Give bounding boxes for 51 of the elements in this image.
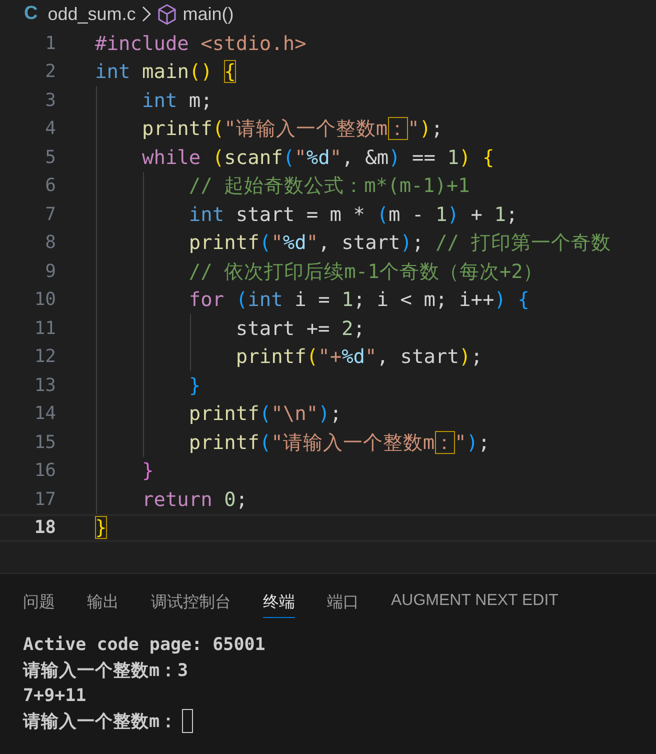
code-line: printf("%d", start); // 打印第一个奇数 (188, 230, 611, 256)
code-line: } (140, 459, 154, 482)
line-number: 16 (33, 460, 56, 482)
line-number: 17 (33, 488, 56, 510)
code-line: #include <stdio.h> (95, 32, 306, 55)
panel-tab[interactable]: 输出 (87, 592, 119, 618)
line-number: 3 (44, 90, 56, 111)
terminal-line: 请输入一个整数m：3 (23, 660, 188, 682)
line-number: 18 (33, 517, 56, 538)
code-line: // 依次打印后续m-1个奇数（每次+2） (188, 258, 543, 285)
c-file-icon: C (24, 3, 38, 25)
line-number: 1 (44, 32, 56, 54)
line-number: 8 (44, 232, 56, 254)
code-line: return 0; (140, 488, 248, 511)
breadcrumb-symbol[interactable]: main() (182, 4, 234, 24)
terminal-line: 请输入一个整数m： (23, 711, 178, 734)
code-line: } (95, 516, 107, 540)
panel-tab[interactable]: 端口 (327, 592, 359, 618)
line-number: 13 (33, 374, 56, 396)
line-number: 10 (33, 289, 56, 310)
line-number: 5 (44, 146, 56, 168)
code-line: // 起始奇数公式：m*(m-1)+1 (188, 173, 470, 200)
line-number: 9 (44, 260, 56, 282)
breadcrumb-file[interactable]: odd_sum.c (48, 4, 136, 24)
line-number: 14 (33, 403, 56, 424)
line-number: 6 (44, 175, 56, 196)
code-line: printf("\n"); (188, 402, 342, 426)
panel-tab[interactable]: 调试控制台 (151, 592, 231, 618)
line-number: 12 (33, 346, 56, 368)
code-line: printf("请输入一个整数m："); (188, 430, 490, 456)
line-number: 7 (44, 204, 56, 225)
panel-tab[interactable]: AUGMENT NEXT EDIT (391, 592, 558, 618)
line-number: 2 (44, 61, 56, 82)
terminal-line: 7+9+11 (23, 686, 86, 706)
line-number: 11 (33, 318, 56, 339)
code-line: int m; (140, 88, 212, 112)
code-line: printf("+%d", start); (234, 345, 482, 368)
line-number: 15 (33, 432, 56, 453)
terminal-line: Active code page: 65001 (23, 634, 266, 655)
code-line: for (int i = 1; i < m; i++) { (188, 288, 530, 312)
code-line: } (188, 374, 201, 397)
code-line: start += 2; (234, 316, 366, 340)
code-line: int start = m * (m - 1) + 1; (188, 202, 518, 226)
line-number: 4 (44, 118, 56, 140)
panel-tab[interactable]: 问题 (23, 592, 55, 618)
code-line: printf("请输入一个整数m："); (140, 116, 443, 142)
cube-icon (156, 4, 177, 24)
code-line: int main() { (95, 60, 236, 84)
chevron-right-icon (142, 6, 151, 22)
code-line: while (scanf("%d", &m) == 1) { (140, 146, 494, 169)
panel-tab[interactable]: 终端 (263, 592, 295, 618)
